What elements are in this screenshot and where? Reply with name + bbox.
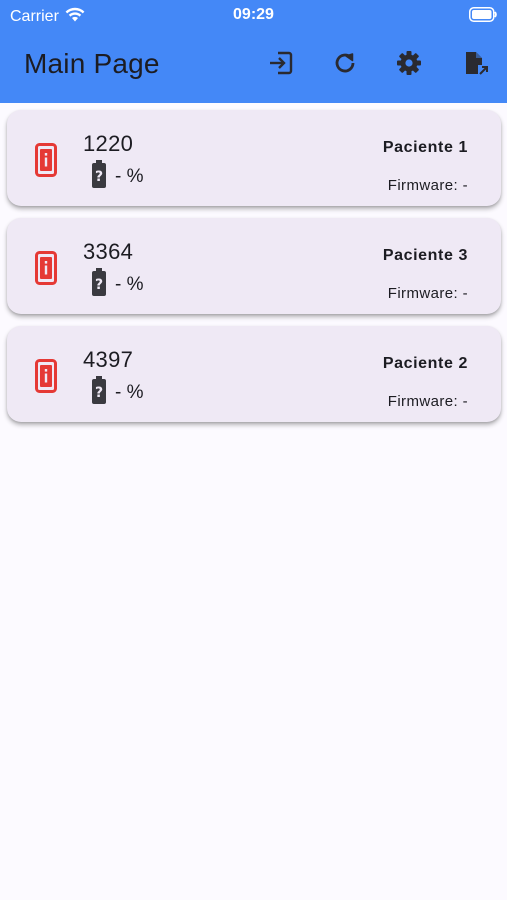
svg-text:?: ? bbox=[95, 277, 103, 293]
firmware-version: Firmware: - bbox=[387, 177, 468, 194]
wifi-icon bbox=[65, 7, 85, 27]
device-status-icon bbox=[35, 143, 57, 182]
status-carrier: Carrier bbox=[10, 7, 85, 27]
device-id: 3364 bbox=[83, 239, 134, 264]
battery-level: - % bbox=[115, 381, 144, 403]
device-id: 1220 bbox=[83, 131, 134, 156]
device-status-icon bbox=[35, 359, 57, 398]
file-export-icon bbox=[461, 49, 489, 82]
device-card[interactable]: 1220 ? - % Paciente 1 Firmware: - bbox=[7, 110, 501, 206]
firmware-version: Firmware: - bbox=[387, 285, 468, 302]
device-status-icon bbox=[35, 251, 57, 290]
device-id: 4397 bbox=[83, 347, 134, 372]
battery-row: ? - % bbox=[91, 268, 144, 301]
carrier-label: Carrier bbox=[10, 8, 59, 25]
patient-name: Paciente 2 bbox=[382, 355, 468, 372]
battery-level: - % bbox=[115, 165, 144, 187]
export-file-button[interactable] bbox=[458, 48, 492, 82]
settings-button[interactable] bbox=[392, 48, 426, 82]
device-card[interactable]: 3364 ? - % Paciente 3 Firmware: - bbox=[7, 218, 501, 314]
page-title: Main Page bbox=[24, 48, 160, 79]
battery-level: - % bbox=[115, 273, 144, 295]
login-icon bbox=[266, 49, 294, 82]
app-bar: Carrier 09:29 Main Page bbox=[0, 0, 507, 103]
device-card[interactable]: 4397 ? - % Paciente 2 Firmware: - bbox=[7, 326, 501, 422]
refresh-icon bbox=[331, 49, 359, 82]
battery-unknown-icon: ? bbox=[91, 376, 107, 409]
patient-name: Paciente 1 bbox=[382, 139, 468, 156]
settings-icon bbox=[395, 49, 423, 82]
battery-unknown-icon: ? bbox=[91, 160, 107, 193]
battery-row: ? - % bbox=[91, 376, 144, 409]
login-button[interactable] bbox=[263, 48, 297, 82]
firmware-version: Firmware: - bbox=[387, 393, 468, 410]
svg-text:?: ? bbox=[95, 385, 103, 401]
battery-row: ? - % bbox=[91, 160, 144, 193]
patient-name: Paciente 3 bbox=[382, 247, 468, 264]
app-root: Carrier 09:29 Main Page 1220 ? - % Pacie… bbox=[0, 0, 507, 900]
refresh-button[interactable] bbox=[328, 48, 362, 82]
svg-text:?: ? bbox=[95, 169, 103, 185]
battery-full-icon bbox=[469, 7, 497, 27]
battery-unknown-icon: ? bbox=[91, 268, 107, 301]
